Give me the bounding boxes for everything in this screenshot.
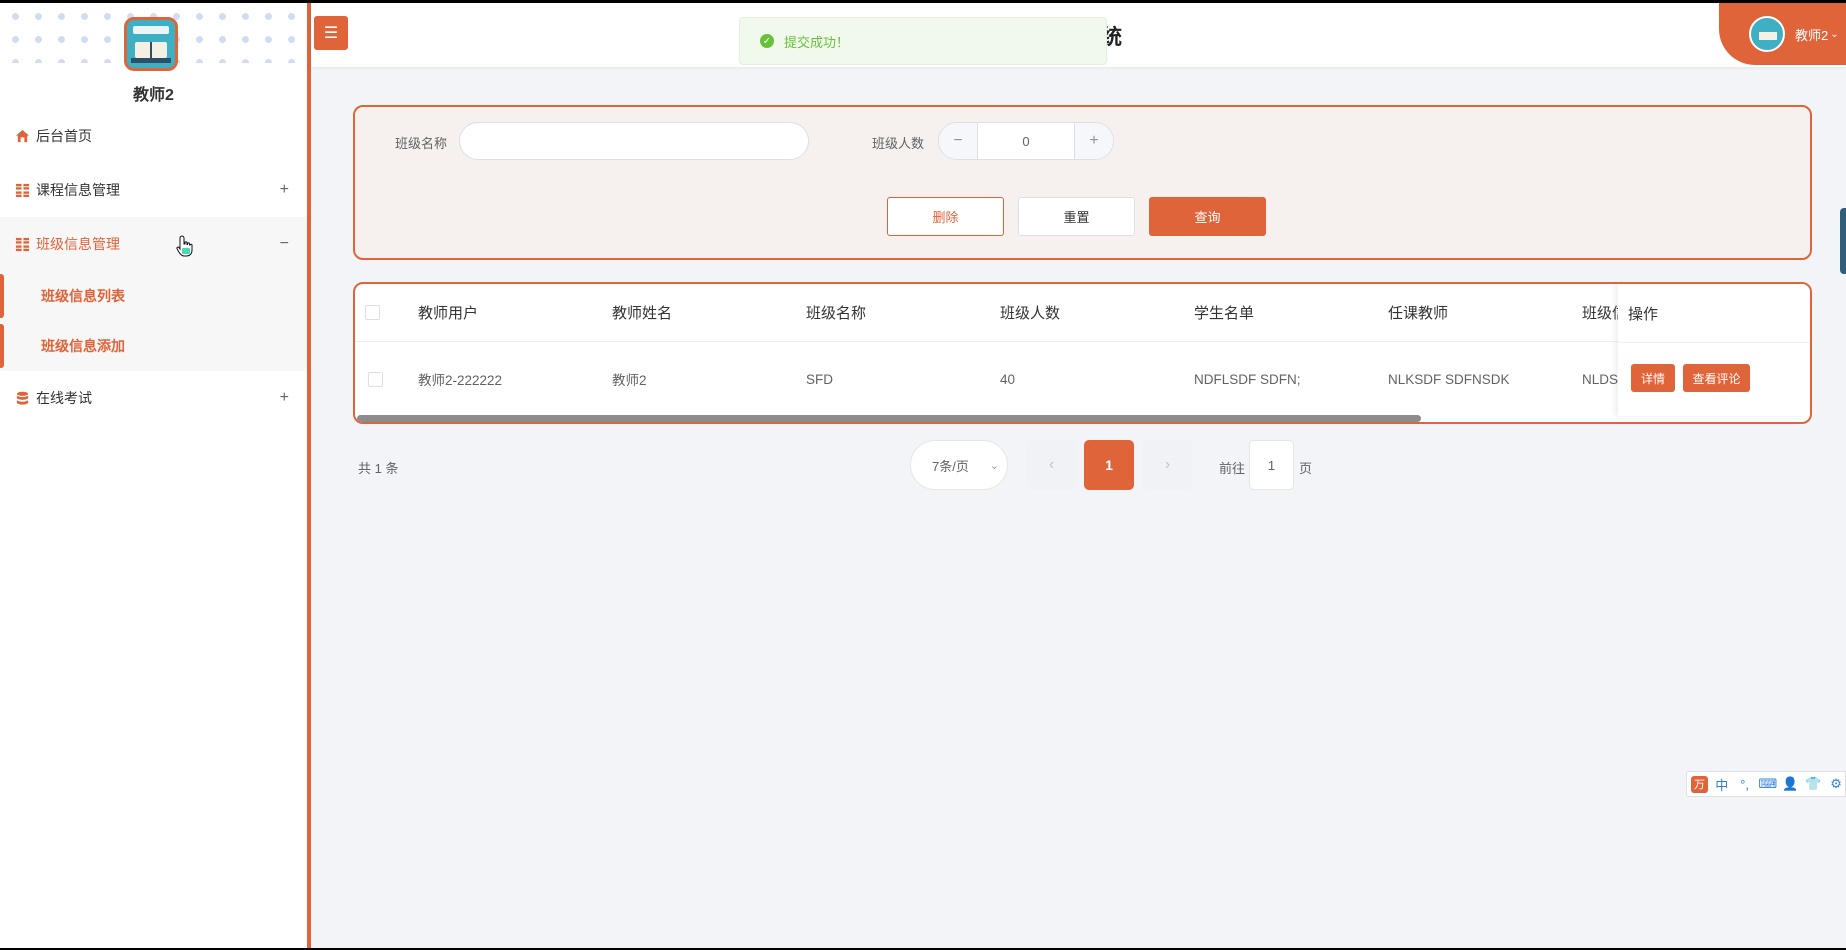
chevron-down-icon: ⌄ bbox=[1830, 28, 1839, 40]
page-size-value: 7条/页 bbox=[932, 458, 969, 474]
operations-column: 操作 详情 查看评论 bbox=[1618, 284, 1810, 416]
column-header[interactable]: 学生名单 bbox=[1194, 284, 1254, 341]
select-all-checkbox[interactable] bbox=[365, 305, 380, 320]
row-checkbox[interactable] bbox=[368, 371, 383, 387]
class-name-label: 班级名称 bbox=[395, 136, 448, 151]
ime-logo-icon[interactable]: 万 bbox=[1691, 775, 1708, 793]
grid-icon bbox=[14, 182, 30, 198]
reset-button[interactable]: 重置 bbox=[1018, 197, 1135, 236]
expand-icon[interactable]: + bbox=[280, 181, 289, 199]
table-cell: 教师2-222222 bbox=[418, 373, 503, 388]
column-header[interactable]: 任课教师 bbox=[1388, 284, 1448, 341]
sidebar-item-class-management[interactable]: 班级信息管理 − bbox=[0, 217, 307, 271]
database-icon bbox=[14, 390, 30, 406]
app-root: 教师2 后台首页 课程信息管理 + 班级信息管理 − 班级信息列表 班级信息添加… bbox=[0, 3, 1846, 948]
user-icon[interactable]: 👤 bbox=[1782, 776, 1800, 792]
class-submenu: 班级信息列表 班级信息添加 bbox=[0, 271, 307, 371]
prev-page-button[interactable]: ‹ bbox=[1027, 440, 1076, 490]
column-header[interactable]: 教师用户 bbox=[418, 284, 478, 341]
class-table: 教师用户 教师姓名 班级名称 班级人数 学生名单 任课教师 班级信 教师2-22… bbox=[353, 282, 1812, 424]
keyboard-icon[interactable]: ⌨ bbox=[1759, 776, 1778, 792]
sidebar-item-label: 后台首页 bbox=[36, 128, 92, 144]
user-name: 教师2 bbox=[1795, 27, 1829, 43]
sidebar-item-online-exam[interactable]: 在线考试 + bbox=[0, 371, 307, 425]
sidebar-item-course-management[interactable]: 课程信息管理 + bbox=[0, 163, 307, 217]
home-icon bbox=[14, 128, 30, 144]
menu-toggle-icon[interactable]: ☰ bbox=[314, 16, 348, 50]
sidebar-item-label: 在线考试 bbox=[36, 390, 92, 406]
sidebar-item-label: 课程信息管理 bbox=[36, 182, 120, 198]
sidebar-menu: 后台首页 课程信息管理 + 班级信息管理 − 班级信息列表 班级信息添加 在线考… bbox=[0, 109, 307, 425]
toast-message: 提交成功！ bbox=[784, 34, 850, 50]
table-row[interactable]: 教师2-222222 教师2 SFD 40 NDFLSDF SDFN; NLKS… bbox=[355, 342, 1810, 416]
chevron-down-icon: ⌄ bbox=[989, 460, 999, 472]
class-size-value[interactable]: 0 bbox=[978, 123, 1074, 159]
class-size-stepper: − 0 + bbox=[938, 122, 1114, 160]
class-name-input[interactable] bbox=[459, 122, 809, 160]
delete-button[interactable]: 删除 bbox=[887, 197, 1004, 236]
operations-header: 操作 bbox=[1628, 305, 1659, 323]
increment-button[interactable]: + bbox=[1074, 123, 1113, 159]
search-panel: 班级名称 班级人数 − 0 + 删除 重置 查询 bbox=[353, 105, 1812, 260]
sidebar-subitem-class-add[interactable]: 班级信息添加 bbox=[0, 321, 307, 371]
sidebar: 教师2 后台首页 课程信息管理 + 班级信息管理 − 班级信息列表 班级信息添加… bbox=[0, 3, 311, 948]
column-header[interactable]: 教师姓名 bbox=[612, 284, 672, 341]
table-header: 教师用户 教师姓名 班级名称 班级人数 学生名单 任课教师 班级信 bbox=[355, 284, 1810, 342]
sidebar-subitem-label: 班级信息列表 bbox=[41, 288, 125, 304]
detail-button[interactable]: 详情 bbox=[1631, 364, 1675, 392]
page-number-current[interactable]: 1 bbox=[1084, 440, 1134, 490]
table-cell: 40 bbox=[1000, 371, 1016, 387]
sidebar-item-label: 班级信息管理 bbox=[36, 236, 120, 252]
view-comments-button[interactable]: 查看评论 bbox=[1683, 364, 1750, 392]
select-all-cell bbox=[365, 284, 380, 341]
table-cell: NLKSDF SDFNSDK bbox=[1388, 371, 1510, 387]
table-cell: 教师2 bbox=[612, 373, 647, 388]
divider bbox=[1618, 342, 1810, 343]
goto-page-input[interactable]: 1 bbox=[1249, 440, 1294, 490]
goto-prefix: 前往 bbox=[1219, 461, 1246, 476]
table-cell: SFD bbox=[806, 371, 833, 387]
row-select-cell bbox=[368, 342, 383, 416]
sidebar-subitem-class-list[interactable]: 班级信息列表 bbox=[0, 271, 307, 321]
sidebar-subitem-label: 班级信息添加 bbox=[41, 338, 125, 354]
class-size-label: 班级人数 bbox=[872, 136, 925, 151]
horizontal-scrollbar[interactable] bbox=[357, 415, 1421, 422]
collapse-icon[interactable]: − bbox=[280, 235, 289, 253]
ime-toolbar: 万 中 °, ⌨ 👤 👕 ⚙ bbox=[1686, 771, 1846, 797]
avatar bbox=[1749, 16, 1785, 52]
total-count: 共 1 条 bbox=[358, 461, 399, 476]
chinese-mode-icon[interactable]: 中 bbox=[1713, 775, 1731, 794]
table-cell: NDFLSDF SDFN; bbox=[1194, 371, 1301, 387]
settings-icon[interactable]: ⚙ bbox=[1827, 776, 1845, 792]
column-header[interactable]: 班级人数 bbox=[1000, 284, 1060, 341]
top-header: ☰ 统 ✓ 提交成功！ 教师2 ⌄ bbox=[311, 3, 1846, 67]
sidebar-username: 教师2 bbox=[133, 87, 174, 104]
query-button[interactable]: 查询 bbox=[1149, 197, 1266, 236]
skin-icon[interactable]: 👕 bbox=[1804, 776, 1822, 792]
edge-handle[interactable] bbox=[1840, 208, 1846, 274]
page-size-select[interactable]: 7条/页 ⌄ bbox=[910, 440, 1008, 490]
goto-suffix: 页 bbox=[1299, 461, 1313, 476]
grid-icon bbox=[14, 236, 30, 252]
next-page-button[interactable]: › bbox=[1143, 440, 1192, 490]
sidebar-avatar bbox=[124, 17, 178, 71]
decrement-button[interactable]: − bbox=[939, 123, 978, 159]
check-circle-icon: ✓ bbox=[760, 34, 774, 48]
expand-icon[interactable]: + bbox=[280, 389, 289, 407]
punctuation-icon[interactable]: °, bbox=[1736, 777, 1754, 792]
hand-cursor-icon bbox=[176, 235, 193, 257]
success-toast: ✓ 提交成功！ bbox=[739, 17, 1107, 65]
sidebar-item-home[interactable]: 后台首页 bbox=[0, 109, 307, 163]
user-menu[interactable]: 教师2 ⌄ bbox=[1719, 3, 1846, 65]
column-header[interactable]: 班级名称 bbox=[806, 284, 866, 341]
